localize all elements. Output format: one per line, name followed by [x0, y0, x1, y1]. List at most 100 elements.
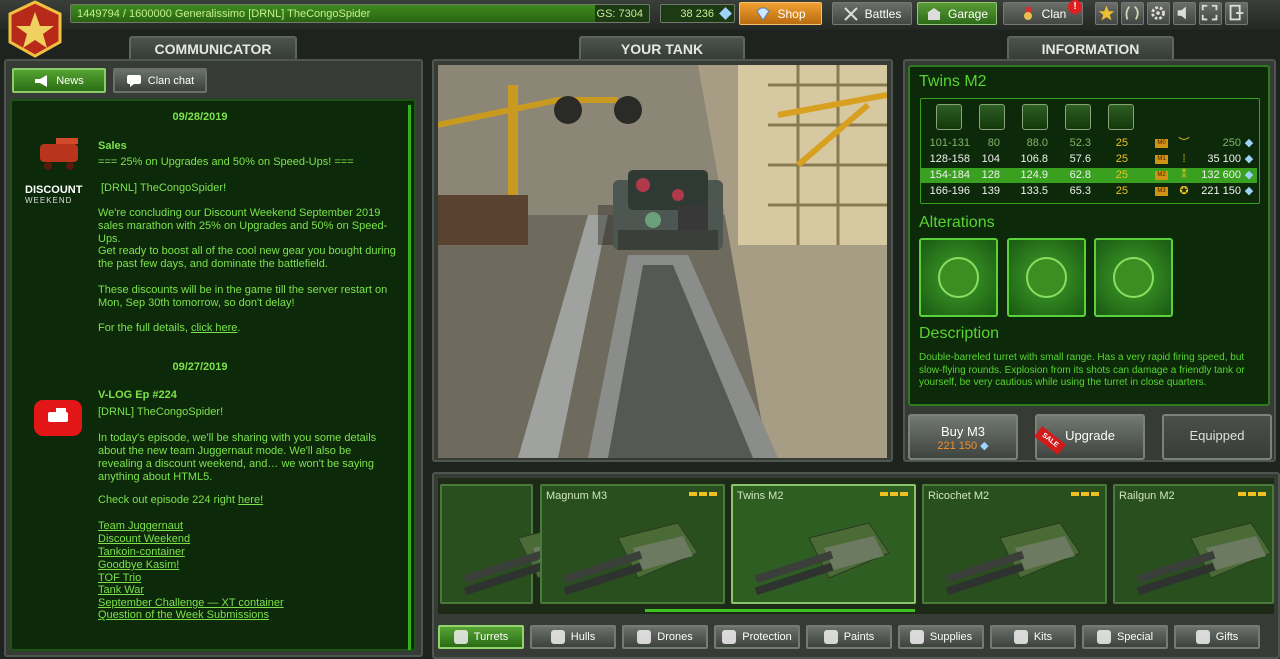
episode-here-link[interactable]: here!	[238, 494, 263, 506]
news-link[interactable]: Discount Weekend	[98, 533, 398, 546]
news-link[interactable]: Tank War	[98, 584, 398, 597]
turret-thumbnail	[1136, 522, 1272, 596]
garage-item-card[interactable]	[440, 484, 599, 604]
alteration-palette-icon	[1113, 257, 1154, 298]
upgrade-pip	[1238, 492, 1246, 496]
turret-thumbnail	[945, 522, 1081, 596]
achievements-button[interactable]	[1121, 2, 1144, 25]
stat-cell-d: 25	[1115, 185, 1128, 197]
news-details: For the full details, click here.	[98, 322, 398, 335]
upgrade-level-pips	[1238, 492, 1266, 496]
news-link[interactable]: Question of the Week Submissions	[98, 609, 398, 622]
carousel-scrollbar[interactable]	[645, 609, 915, 612]
battles-button[interactable]: Battles	[832, 2, 912, 25]
crystal-count: 38 236	[680, 8, 714, 20]
stat-row[interactable]: 154-184 128 124.9 62.8 25 M2 ⁑ 132 600 ◆	[921, 168, 1257, 183]
upgrade-pip	[709, 492, 717, 496]
stat-cell-c: 62.8	[1069, 169, 1091, 181]
category-paints-button[interactable]: Paints	[806, 625, 892, 649]
upgrade-button[interactable]: Upgrade SALE	[1034, 414, 1145, 460]
category-label: Turrets	[473, 631, 509, 643]
category-kits-button[interactable]: Kits	[990, 625, 1076, 649]
garage-button[interactable]: Garage	[917, 2, 997, 25]
item-card-name: Twins M2	[737, 490, 784, 502]
garage-item-card[interactable]: Magnum M3	[540, 484, 725, 604]
reload-stat-icon	[1022, 104, 1048, 130]
upgrade-pip	[1071, 492, 1079, 496]
category-label: Supplies	[929, 631, 973, 643]
category-special-button[interactable]: Special	[1082, 625, 1168, 649]
garage-item-card[interactable]: Twins M2	[731, 484, 916, 604]
exit-button[interactable]	[1225, 2, 1248, 25]
favorites-button[interactable]	[1095, 2, 1118, 25]
news-link[interactable]: Tankoin-container	[98, 546, 398, 559]
news-heading: V-LOG Ep #224	[98, 389, 177, 401]
category-label: Gifts	[1215, 631, 1239, 643]
crit-chance-stat-icon	[1108, 104, 1134, 130]
alteration-slot[interactable]	[919, 238, 998, 317]
kits-icon	[1013, 630, 1028, 644]
stat-cell-b: 124.9	[1020, 169, 1048, 181]
sound-button[interactable]	[1173, 2, 1196, 25]
alteration-slot[interactable]	[1007, 238, 1086, 317]
rank-insignia-icon[interactable]	[6, 0, 64, 58]
clan-notification-badge: !	[1068, 0, 1082, 14]
news-link[interactable]: Goodbye Kasim!	[98, 559, 398, 572]
news-link[interactable]: Team Juggernaut	[98, 520, 398, 533]
stat-cell-d: 25	[1115, 153, 1128, 165]
stat-row[interactable]: 128-158 104 106.8 57.6 25 M1 ⁞ 35 100 ◆	[921, 152, 1257, 167]
garage-icon	[926, 7, 941, 20]
category-label: Drones	[657, 631, 693, 643]
garage-item-card[interactable]: Ricochet M2	[922, 484, 1107, 604]
battles-label: Battles	[864, 6, 902, 21]
shop-label: Shop	[777, 6, 806, 21]
news-paragraph: These discounts will be in the game till…	[98, 284, 388, 309]
shop-button[interactable]: Shop	[739, 2, 822, 25]
video-play-icon	[34, 400, 82, 436]
exit-door-icon	[1229, 4, 1244, 21]
news-heading: Sales	[98, 140, 127, 152]
turret-thumbnail	[754, 522, 890, 596]
buy-button[interactable]: Buy M3 221 150 ◆	[908, 414, 1018, 460]
clan-chat-tab[interactable]: Clan chat	[113, 68, 207, 93]
modification-badge: M2	[1155, 171, 1168, 180]
your-tank-title: YOUR TANK	[579, 36, 745, 60]
news-tab-label: News	[56, 74, 84, 87]
stat-row[interactable]: 166-196 139 133.5 65.3 25 M3 ✪ 221 150 ◆	[921, 184, 1257, 199]
stat-price: 35 100	[1207, 153, 1241, 165]
news-paragraph: We're concluding our Discount Weekend Se…	[98, 207, 388, 245]
click-here-link[interactable]: click here	[191, 322, 237, 334]
tank-preview[interactable]	[438, 65, 887, 458]
category-gifts-button[interactable]: Gifts	[1174, 625, 1260, 649]
star-icon	[1098, 5, 1115, 21]
stat-row[interactable]: 101-131 80 88.0 52.3 25 M0 ︶ 250 ◆	[921, 136, 1257, 151]
category-protection-button[interactable]: Protection	[714, 625, 800, 649]
stat-cell-c: 57.6	[1069, 153, 1091, 165]
gifts-icon	[1195, 630, 1210, 644]
gear-score: GS: 7304	[596, 8, 643, 20]
news-author: [DRNL] TheCongoSpider!	[98, 406, 224, 418]
garage-item-card[interactable]: Railgun M2	[1113, 484, 1274, 604]
news-author: [DRNL] TheCongoSpider!	[101, 182, 227, 194]
garage-label: Garage	[947, 6, 989, 21]
settings-button[interactable]	[1147, 2, 1170, 25]
modification-badge: M0	[1155, 139, 1168, 148]
fullscreen-icon	[1201, 4, 1218, 21]
news-scrollbar[interactable]	[408, 105, 411, 650]
news-content: 09/28/2019 DISCOUNT WEEKEND Sales === 25…	[10, 100, 408, 648]
news-paragraph: Get ready to boost all of the cool new g…	[98, 245, 396, 270]
category-hulls-button[interactable]: Hulls	[530, 625, 616, 649]
news-tab[interactable]: News	[12, 68, 106, 93]
category-turrets-button[interactable]: Turrets	[438, 625, 524, 649]
crystal-icon: ◆	[980, 440, 989, 452]
category-drones-button[interactable]: Drones	[622, 625, 708, 649]
fullscreen-button[interactable]	[1199, 2, 1222, 25]
category-supplies-button[interactable]: Supplies	[898, 625, 984, 649]
stat-cell-a: 128	[981, 169, 1000, 181]
item-card-name: Magnum M3	[546, 490, 608, 502]
modification-badge: M1	[1155, 155, 1168, 164]
upgrade-pip	[1258, 492, 1266, 496]
clan-chat-tab-label: Clan chat	[147, 74, 195, 87]
alteration-slot[interactable]	[1094, 238, 1173, 317]
diamond-icon	[756, 7, 771, 21]
